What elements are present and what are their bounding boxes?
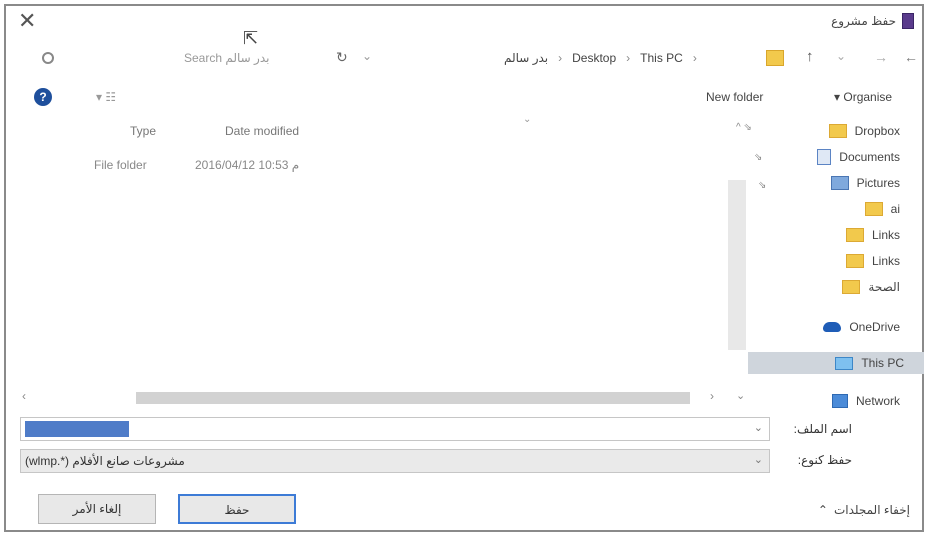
chevron-down-icon[interactable]: ⌄	[754, 421, 763, 434]
sidebar-item-ai[interactable]: ai	[864, 198, 900, 220]
pin-icon: ⇘	[758, 180, 767, 191]
sidebar-item-links[interactable]: Links	[845, 250, 900, 272]
hide-folders-toggle[interactable]: إخفاء المجلدات ⌃	[818, 503, 910, 517]
window-title: حفظ مشروع	[831, 14, 896, 28]
help-icon[interactable]: ?	[34, 88, 52, 106]
folder-icon	[828, 124, 847, 138]
pin-icon: ⇘	[754, 152, 763, 163]
filename-label: اسم الملف:	[793, 422, 852, 436]
sidebar-item-label: الصحة	[868, 280, 900, 294]
breadcrumb-separator: ›	[692, 51, 697, 65]
sidebar-item-label: Dropbox	[854, 124, 900, 138]
breadcrumb-item-desktop[interactable]: Desktop	[572, 51, 616, 65]
refresh-icon[interactable]: ↻	[336, 49, 348, 66]
filename-field[interactable]: ⌄	[20, 417, 770, 441]
sidebar-item-onedrive[interactable]: OneDrive	[823, 316, 900, 338]
window-title-group: حفظ مشروع	[831, 13, 914, 29]
this-pc-icon	[835, 356, 854, 370]
search-box[interactable]: Search بدر سالم	[34, 48, 304, 72]
breadcrumb: بدر سالم › Desktop › This PC ›	[504, 51, 697, 65]
horizontal-scrollbar[interactable]: ‹ › ⌄	[20, 389, 748, 407]
folder-icon	[845, 228, 864, 242]
save-button[interactable]: حفظ	[178, 494, 296, 524]
folder-icon	[845, 254, 864, 268]
cancel-button[interactable]: إلغاء الأمر	[38, 494, 156, 524]
nav-scrollbar[interactable]	[728, 180, 746, 350]
folder-icon	[766, 50, 784, 66]
title-bar: ✕ ⇱ حفظ مشروع	[6, 6, 922, 48]
hide-folders-label: إخفاء المجلدات	[833, 503, 910, 517]
breadcrumb-separator: ›	[626, 51, 631, 65]
scroll-left-icon[interactable]: ‹	[22, 389, 26, 403]
filetype-select[interactable]: مشروعات صانع الأفلام (*.wlmp) ⌄	[20, 449, 770, 473]
sidebar-item-label: OneDrive	[849, 320, 900, 334]
organise-label: Organise	[843, 90, 893, 104]
forward-arrow-icon[interactable]: →	[874, 49, 888, 65]
chevron-down-icon[interactable]: ⌄	[754, 453, 763, 466]
filename-input[interactable]	[25, 421, 129, 437]
filetype-value: مشروعات صانع الأفلام (*.wlmp)	[25, 454, 185, 468]
back-arrow-icon[interactable]: ←	[904, 49, 918, 65]
sidebar-item-dropbox[interactable]: Dropbox	[828, 120, 900, 142]
address-bar-row: Search بدر سالم ↻ ⌄ بدر سالم › Desktop ›…	[6, 48, 922, 74]
sidebar-item-network[interactable]: Network	[831, 390, 900, 412]
column-header-date-modified[interactable]: Date modified	[225, 124, 299, 138]
scroll-thumb[interactable]	[136, 392, 690, 404]
sort-caret-icon: ⌄	[523, 114, 532, 125]
file-date-cell[interactable]: 2016/04/12 م 10:53	[195, 158, 299, 172]
file-type-cell[interactable]: File folder	[94, 158, 147, 172]
network-icon	[831, 394, 848, 408]
breadcrumb-separator: ›	[558, 51, 563, 65]
address-history-dropdown-icon[interactable]: ⌄	[362, 49, 372, 63]
scroll-right-icon[interactable]: ›	[710, 389, 714, 403]
sidebar-item-pictures[interactable]: Pictures	[830, 172, 900, 194]
sidebar-item-label: Pictures	[856, 176, 900, 190]
file-list: ⌄ Type Date modified File folder 2016/04…	[20, 114, 732, 404]
sidebar-item-health[interactable]: الصحة	[842, 276, 900, 298]
folder-icon	[864, 202, 883, 216]
pictures-icon	[830, 176, 849, 190]
onedrive-icon	[823, 322, 842, 332]
sidebar-item-links[interactable]: Links	[845, 224, 900, 246]
breadcrumb-item-this-pc[interactable]: This PC	[640, 51, 683, 65]
navigation-pane: ^ ⇘ ⇘ ⇘ Dropbox Documents Pictures ai Li…	[728, 114, 924, 412]
chevron-up-icon: ⌃	[817, 503, 828, 517]
collapse-icon[interactable]: ^ ⇘	[736, 122, 752, 133]
sidebar-item-label: Documents	[839, 150, 900, 164]
search-input[interactable]: Search بدر سالم	[184, 51, 269, 65]
sidebar-item-label: Links	[871, 228, 900, 242]
app-icon	[902, 13, 914, 29]
recent-locations-icon[interactable]: ⌄	[836, 49, 846, 63]
sidebar-item-this-pc[interactable]: This PC	[748, 352, 924, 374]
organise-button[interactable]: ▾ Organise	[834, 90, 892, 104]
sidebar-item-label: Links	[871, 254, 900, 268]
close-icon[interactable]: ✕	[18, 8, 36, 34]
breadcrumb-item-user[interactable]: بدر سالم	[504, 51, 548, 65]
search-icon[interactable]	[42, 52, 54, 64]
column-header-type[interactable]: Type	[130, 124, 156, 138]
mouse-cursor-icon: ⇱	[243, 28, 259, 48]
save-project-dialog: ✕ ⇱ حفظ مشروع Search بدر سالم ↻ ⌄ بدر سا…	[4, 4, 924, 532]
sidebar-item-label: This PC	[861, 356, 904, 370]
sidebar-item-label: ai	[890, 202, 900, 216]
filetype-label: حفظ كنوع:	[797, 453, 852, 467]
new-folder-button[interactable]: New folder	[706, 90, 763, 104]
sidebar-item-label: Network	[855, 394, 900, 408]
up-arrow-icon[interactable]: ↑	[806, 48, 814, 65]
toolbar: ? ▾ ☷ New folder ▾ Organise	[6, 86, 922, 112]
change-view-icon[interactable]: ▾ ☷	[96, 90, 116, 104]
folder-icon	[842, 280, 861, 294]
sidebar-item-documents[interactable]: Documents	[817, 146, 900, 168]
documents-icon	[817, 149, 832, 165]
